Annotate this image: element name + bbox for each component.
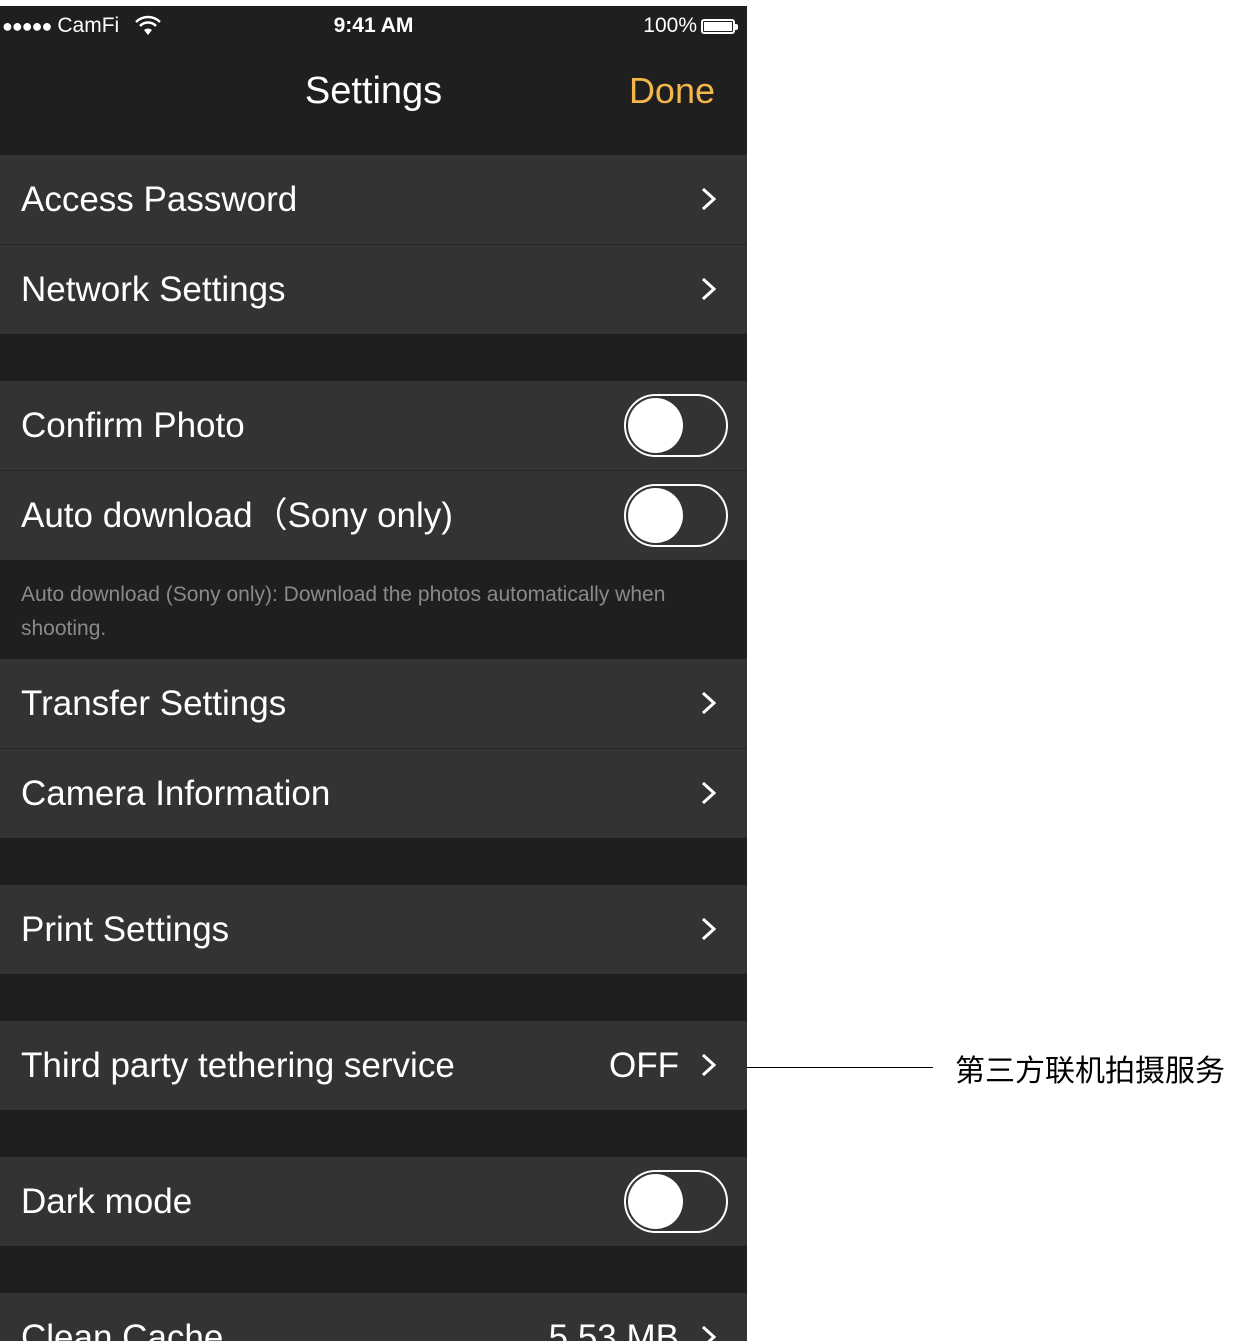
clean-cache-value: 5.53 MB	[548, 1318, 679, 1341]
network-settings-row[interactable]: Network Settings	[0, 245, 747, 334]
chevron-right-icon	[701, 187, 717, 211]
annotation-leader-line	[747, 1067, 933, 1068]
camera-information-label: Camera Information	[21, 774, 331, 813]
done-button[interactable]: Done	[629, 70, 715, 112]
status-time: 9:41 AM	[333, 14, 414, 37]
toggle-knob	[628, 1174, 683, 1229]
chevron-right-icon	[701, 1325, 717, 1341]
third-party-tethering-label: Third party tethering service	[21, 1046, 455, 1085]
dark-mode-toggle[interactable]	[624, 1170, 728, 1233]
print-settings-row[interactable]: Print Settings	[0, 885, 747, 974]
chevron-right-icon	[701, 277, 717, 301]
camera-information-row[interactable]: Camera Information	[0, 749, 747, 838]
transfer-settings-row[interactable]: Transfer Settings	[0, 659, 747, 748]
battery-area: 100%	[643, 14, 738, 38]
chevron-right-icon	[701, 917, 717, 941]
auto-download-row: Auto download（Sony only)	[0, 471, 747, 560]
transfer-settings-label: Transfer Settings	[21, 684, 287, 723]
battery-percent: 100%	[643, 14, 697, 37]
access-password-row[interactable]: Access Password	[0, 155, 747, 244]
confirm-photo-toggle[interactable]	[624, 394, 728, 457]
confirm-photo-row: Confirm Photo	[0, 381, 747, 470]
clean-cache-label: Clean Cache	[21, 1318, 224, 1341]
status-bar: ●●●●● CamFi 9:41 AM 100%	[0, 6, 747, 46]
auto-download-toggle[interactable]	[624, 484, 728, 547]
print-settings-label: Print Settings	[21, 910, 230, 949]
auto-download-note: Auto download (Sony only): Download the …	[21, 583, 666, 640]
clean-cache-row[interactable]: Clean Cache 5.53 MB	[0, 1293, 747, 1341]
chevron-right-icon	[701, 691, 717, 715]
third-party-tethering-value: OFF	[609, 1046, 679, 1085]
third-party-tethering-row[interactable]: Third party tethering service OFF	[0, 1021, 747, 1110]
confirm-photo-label: Confirm Photo	[21, 406, 245, 445]
battery-icon	[701, 18, 738, 34]
auto-download-label: Auto download（Sony only)	[21, 496, 453, 535]
dark-mode-row: Dark mode	[0, 1157, 747, 1246]
chevron-right-icon	[701, 781, 717, 805]
phone-screen: ●●●●● CamFi 9:41 AM 100% Settings Done A…	[0, 6, 747, 1341]
chevron-right-icon	[701, 1053, 717, 1077]
toggle-knob	[628, 398, 683, 453]
navigation-bar: Settings Done	[0, 46, 747, 136]
annotation-label: 第三方联机拍摄服务	[955, 1054, 1225, 1089]
dark-mode-label: Dark mode	[21, 1182, 193, 1221]
access-password-label: Access Password	[21, 180, 298, 219]
toggle-knob	[628, 488, 683, 543]
network-settings-label: Network Settings	[21, 270, 286, 309]
